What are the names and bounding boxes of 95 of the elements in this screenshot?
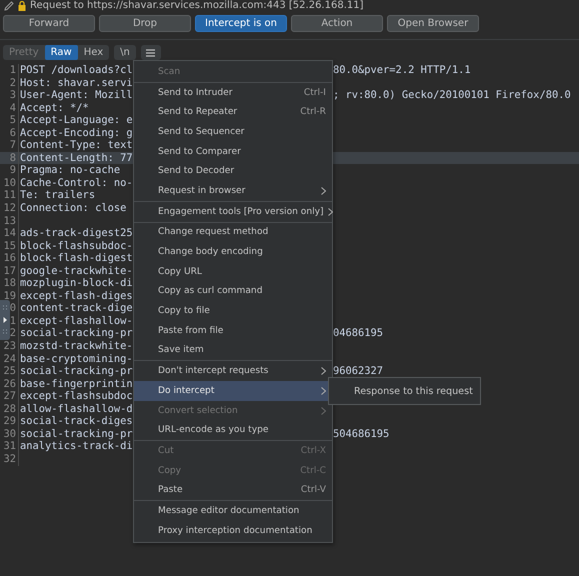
line-number: 27: [0, 390, 19, 403]
line-number: 11: [0, 189, 19, 202]
code-line: 96062327: [333, 365, 384, 378]
menu-item[interactable]: Proxy interception documentation: [134, 520, 332, 540]
menu-item[interactable]: Don't intercept requests: [134, 361, 332, 381]
menu-item[interactable]: Paste Ctrl-V: [134, 480, 332, 500]
line-number: 4: [0, 102, 19, 114]
menu-item[interactable]: Copy as curl command: [134, 282, 332, 302]
code-line: analytics-track-di: [19, 440, 133, 453]
code-line: Accept-Encoding: g: [19, 126, 133, 140]
menu-item[interactable]: Engagement tools [Pro version only]: [134, 202, 332, 222]
toolbar-button[interactable]: Open Browser: [387, 15, 479, 32]
code-line: block-flashsubdoc-: [19, 240, 133, 252]
code-line: 80.0&pver=2.2 HTTP/1.1: [333, 64, 472, 77]
line-number: 15: [0, 240, 19, 252]
menu-item[interactable]: Send to Decoder: [134, 161, 332, 182]
menu-item[interactable]: Message editor documentation: [134, 501, 332, 521]
line-number: 31: [0, 440, 19, 453]
code-line: Pragma: no-cache: [19, 164, 122, 177]
code-line: 504686195: [333, 428, 390, 440]
menu-item[interactable]: Save item: [134, 340, 332, 360]
newline-toggle[interactable]: \n: [114, 45, 136, 60]
code-line: except-flashsubdoc: [19, 390, 133, 403]
code-line: Content-Type: text: [19, 139, 133, 152]
menu-item[interactable]: Paste from file: [134, 320, 332, 341]
code-line: Te: trailers: [19, 189, 96, 202]
code-line: 04686195: [333, 327, 384, 340]
line-number: 8: [0, 152, 19, 164]
line-number: 5: [0, 114, 19, 127]
toolbar-button[interactable]: Intercept is on: [195, 15, 287, 32]
line-number: 10: [0, 176, 19, 190]
code-line: Host: shavar.servi: [19, 76, 133, 90]
code-line: Accept: */*: [19, 102, 90, 114]
menu-item[interactable]: Change body encoding: [134, 242, 332, 262]
view-tab[interactable]: Hex: [78, 45, 110, 60]
menu-item[interactable]: Change request method: [134, 222, 332, 242]
line-number: 16: [0, 252, 19, 265]
line-number: 14: [0, 227, 19, 240]
menu-item[interactable]: Send to Intruder Ctrl-I: [134, 82, 332, 102]
code-line: User-Agent: Mozill: [19, 89, 133, 102]
line-number: 24: [0, 352, 19, 366]
code-line: Connection: close: [19, 202, 128, 215]
code-line: except-flash-diges: [19, 290, 133, 302]
code-line: social-tracking-pr: [19, 365, 133, 378]
menu-icon: [146, 48, 156, 56]
line-number: 32: [0, 452, 19, 466]
line-number: 18: [0, 277, 19, 290]
line-number: 3: [0, 89, 19, 102]
panel-handle-icon[interactable]: [0, 300, 10, 340]
code-line: mozstd-trackwhite-: [19, 340, 133, 353]
menu-item[interactable]: Copy URL: [134, 262, 332, 282]
line-number: 6: [0, 126, 19, 140]
toolbar-button[interactable]: Action: [291, 15, 383, 32]
code-line: content-track-dige: [19, 302, 133, 315]
menu-item[interactable]: Send to Comparer: [134, 142, 332, 162]
code-line: ; rv:80.0) Gecko/20100101 Firefox/80.0: [333, 89, 572, 102]
code-line: base-fingerprintin: [19, 378, 133, 390]
toolbar-button[interactable]: Drop: [99, 15, 191, 32]
line-number: 26: [0, 378, 19, 390]
code-line: block-flash-digest: [19, 252, 133, 265]
code-line: social-track-diges: [19, 415, 133, 428]
code-line: Content-Length: 77: [19, 152, 133, 164]
menu-item[interactable]: Send to Sequencer: [134, 122, 332, 142]
lock-icon: [18, 1, 26, 11]
line-number: 30: [0, 428, 19, 440]
code-line: google-trackwhite-: [19, 264, 133, 278]
line-number: 13: [0, 214, 19, 228]
code-line: ads-track-digest25: [19, 227, 133, 240]
menu-item[interactable]: Send to Repeater Ctrl-R: [134, 102, 332, 122]
line-number: 9: [0, 164, 19, 177]
line-number: 1: [0, 64, 19, 77]
code-line: mozplugin-block-di: [19, 277, 133, 290]
code-line: POST /downloads?cl: [19, 64, 133, 77]
code-line: allow-flashallow-d: [19, 402, 133, 416]
line-number: 17: [0, 264, 19, 278]
menu-item[interactable]: Response to this request: [329, 386, 473, 396]
code-line: Accept-Language: e: [19, 114, 133, 127]
line-number: 12: [0, 202, 19, 215]
code-line: except-flashallow-: [19, 314, 133, 328]
line-number: 29: [0, 415, 19, 428]
menu-item[interactable]: URL-encode as you type: [134, 420, 332, 440]
menu-item[interactable]: Request in browser: [134, 181, 332, 201]
window-title: Request to https://shavar.services.mozilla.com:443 [52.26.168.11]: [30, 0, 364, 12]
menu-item[interactable]: Copy to file: [134, 301, 332, 321]
pencil-icon: [4, 1, 14, 11]
menu-button[interactable]: [140, 45, 161, 60]
code-line: base-cryptomining-: [19, 352, 133, 366]
code-line: social-tracking-pr: [19, 327, 133, 340]
line-number: 25: [0, 365, 19, 378]
line-number: 2: [0, 76, 19, 90]
code-line: social-tracking-pr: [19, 428, 133, 440]
toolbar-button[interactable]: Forward: [3, 15, 95, 32]
view-tab[interactable]: Raw: [44, 45, 78, 60]
line-number: 28: [0, 402, 19, 416]
code-line: Cache-Control: no-: [19, 176, 133, 190]
